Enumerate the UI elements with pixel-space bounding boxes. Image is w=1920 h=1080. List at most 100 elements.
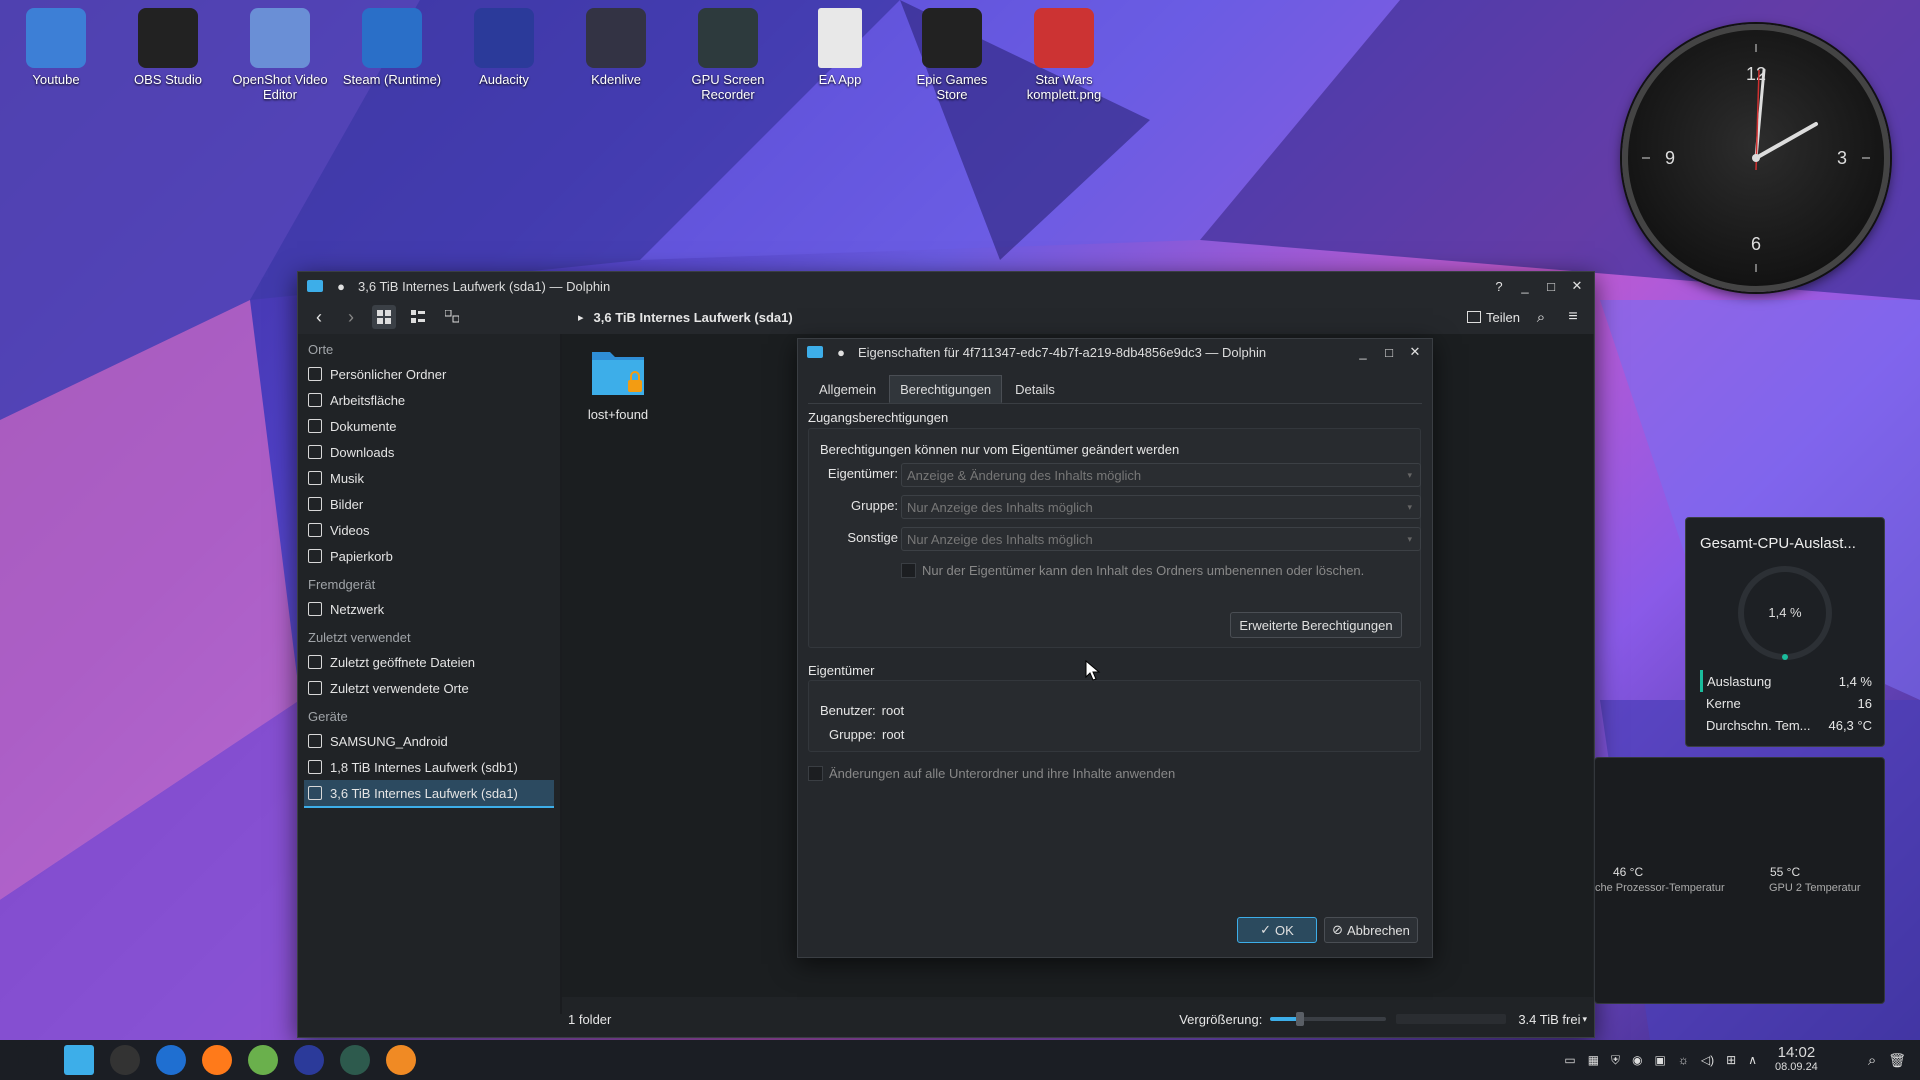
obs-icon	[138, 8, 198, 68]
close-icon[interactable]: ✕	[1406, 343, 1424, 361]
launcher-icon[interactable]	[18, 1045, 48, 1075]
dolphin-icon[interactable]	[64, 1045, 94, 1075]
group-permission-select[interactable]: Nur Anzeige des Inhalts möglich ▾	[901, 495, 1421, 519]
cancel-button[interactable]: ⊘ Abbrechen	[1324, 917, 1418, 943]
sidebar-item[interactable]: SAMSUNG_Android	[298, 728, 560, 754]
ok-button[interactable]: ✓ OK	[1237, 917, 1317, 943]
forward-button[interactable]: ›	[340, 307, 362, 328]
volume-icon[interactable]: ◁)	[1701, 1053, 1714, 1067]
sidebar-item-label: Dokumente	[330, 418, 397, 434]
show-desktop-icon[interactable]: ▭	[1564, 1053, 1575, 1067]
place-icon	[308, 497, 322, 511]
hamburger-menu-icon[interactable]: ≡	[1562, 308, 1584, 326]
dolphin-tray-icon[interactable]: ▦	[1588, 1053, 1599, 1067]
breadcrumb[interactable]: 3,6 TiB Internes Laufwerk (sda1)	[594, 310, 793, 325]
clipboard-icon[interactable]: ▣	[1655, 1053, 1666, 1067]
checkbox-box[interactable]	[808, 766, 823, 781]
checkbox-box[interactable]	[901, 563, 916, 578]
sidebar-item[interactable]: Dokumente	[298, 413, 560, 439]
tab-allgemein[interactable]: Allgemein	[808, 375, 887, 403]
audacity-icon[interactable]	[294, 1045, 324, 1075]
sidebar-item[interactable]: Zuletzt geöffnete Dateien	[298, 649, 560, 675]
search-icon[interactable]: ⌕	[1868, 1052, 1876, 1069]
sidebar-item[interactable]: Videos	[298, 517, 560, 543]
advanced-permissions-button[interactable]: Erweiterte Berechtigungen	[1230, 612, 1402, 638]
cancel-label: Abbrechen	[1347, 922, 1410, 938]
sidebar-item-label: Zuletzt geöffnete Dateien	[330, 654, 476, 670]
desktop-icon[interactable]: GPU Screen Recorder	[678, 8, 778, 102]
desktop-icon[interactable]: OpenShot Video Editor	[230, 8, 330, 102]
tray-expand-icon[interactable]: ∧	[1748, 1053, 1757, 1067]
back-button[interactable]: ‹	[308, 307, 330, 328]
sidebar-item[interactable]: Musik	[298, 465, 560, 491]
analog-clock-widget[interactable]: 12 3 6 9	[1622, 24, 1890, 292]
terminal-icon[interactable]	[110, 1045, 140, 1075]
desktop-icon-label: EA App	[818, 72, 862, 87]
only-owner-label: Nur der Eigentümer kann den Inhalt des O…	[922, 563, 1365, 578]
sidebar-item-label: Bilder	[330, 496, 364, 512]
sidebar-item[interactable]: Arbeitsfläche	[298, 387, 560, 413]
desktop-icon[interactable]: Epic Games Store	[902, 8, 1002, 102]
apply-recursive-checkbox[interactable]: Änderungen auf alle Unterordner und ihre…	[808, 766, 1175, 781]
minimize-icon[interactable]: _	[1354, 343, 1372, 361]
gpu-recorder-icon[interactable]	[340, 1045, 370, 1075]
desktop-icon[interactable]: OBS Studio	[118, 8, 218, 87]
share-button[interactable]: Teilen	[1467, 310, 1520, 325]
network-icon[interactable]: ⊞	[1726, 1053, 1736, 1067]
others-permission-select[interactable]: Nur Anzeige des Inhalts möglich ▾	[901, 527, 1421, 551]
shield-icon[interactable]: ⛨	[1611, 1053, 1620, 1068]
zoom-slider[interactable]	[1270, 1012, 1387, 1026]
desktop-icon[interactable]: Kdenlive	[566, 8, 666, 87]
sidebar-item[interactable]: Papierkorb	[298, 543, 560, 569]
tab-details[interactable]: Details	[1004, 375, 1066, 403]
pin-icon[interactable]: ●	[332, 277, 350, 295]
firefox-icon[interactable]	[202, 1045, 232, 1075]
sidebar-item[interactable]: Netzwerk	[298, 596, 560, 622]
desktop-icon[interactable]: EA App	[790, 8, 890, 87]
only-owner-checkbox[interactable]: Nur der Eigentümer kann den Inhalt des O…	[901, 563, 1364, 578]
search-icon[interactable]: ⌕	[1530, 309, 1552, 326]
chevron-down-icon: ▾	[1582, 1013, 1587, 1024]
brightness-icon[interactable]: ☼	[1678, 1053, 1689, 1067]
maximize-icon[interactable]: □	[1542, 277, 1560, 295]
downloader-icon[interactable]	[248, 1045, 278, 1075]
zoom-slider-handle[interactable]	[1296, 1012, 1305, 1026]
free-space[interactable]: 3.4 TiB frei	[1518, 1012, 1580, 1027]
sidebar-item[interactable]: 1,8 TiB Internes Laufwerk (sdb1)	[298, 754, 560, 780]
minimize-icon[interactable]: _	[1516, 277, 1534, 295]
places-sidebar: Orte Persönlicher Ordner Arbeitsfläche Doku…	[298, 334, 560, 1014]
temperature-widget[interactable]: 46 °C che Prozessor-Temperatur 55 °C GPU…	[1594, 757, 1885, 1004]
sidebar-item[interactable]: Persönlicher Ordner	[298, 361, 560, 387]
tree-view-button[interactable]	[440, 305, 464, 329]
place-icon	[308, 681, 322, 695]
desktop-icon[interactable]: Audacity	[454, 8, 554, 87]
close-icon[interactable]: ✕	[1568, 277, 1586, 295]
help-icon[interactable]: ?	[1490, 277, 1508, 295]
steam-icon[interactable]	[156, 1045, 186, 1075]
sidebar-item[interactable]: Zuletzt verwendete Orte	[298, 675, 560, 701]
tab-berechtigungen[interactable]: Berechtigungen	[889, 375, 1003, 403]
window-title: 3,6 TiB Internes Laufwerk (sda1) — Dolph…	[358, 278, 611, 294]
blender-icon[interactable]	[386, 1045, 416, 1075]
chevron-down-icon: ▾	[1407, 501, 1412, 512]
folder-item[interactable]: lost+found	[582, 344, 654, 422]
maximize-icon[interactable]: □	[1380, 343, 1398, 361]
cpu-temp-label: che Prozessor-Temperatur	[1595, 882, 1725, 894]
icons-view-button[interactable]	[372, 305, 396, 329]
lego-starwars-icon	[1034, 8, 1094, 68]
sidebar-item[interactable]: Downloads	[298, 439, 560, 465]
trash-icon[interactable]: 🗑	[1888, 1052, 1906, 1069]
gpu-temp-label: GPU 2 Temperatur	[1769, 882, 1861, 894]
desktop-icon[interactable]: Star Wars komplett.png	[1014, 8, 1114, 102]
owner-permission-select[interactable]: Anzeige & Änderung des Inhalts möglich ▾	[901, 463, 1421, 487]
steam-tray-icon[interactable]: ◉	[1632, 1053, 1642, 1067]
pin-icon[interactable]: ●	[832, 343, 850, 361]
cpu-load-widget[interactable]: Gesamt-CPU-Auslast... 1,4 % Auslastung 1,…	[1685, 517, 1885, 747]
details-view-button[interactable]	[406, 305, 430, 329]
desktop-icon[interactable]: Youtube	[6, 8, 106, 87]
desktop-icon[interactable]: Steam (Runtime)	[342, 8, 442, 87]
sidebar-item[interactable]: Bilder	[298, 491, 560, 517]
sidebar-item[interactable]: 3,6 TiB Internes Laufwerk (sda1)	[304, 780, 554, 808]
system-tray: ▭ ▦ ⛨ ◉ ▣ ☼ ◁) ⊞ ∧ 14:02 08.09.24 ⌕ 🗑	[1564, 1045, 1906, 1074]
clock-digital[interactable]: 14:02 08.09.24	[1775, 1045, 1818, 1074]
